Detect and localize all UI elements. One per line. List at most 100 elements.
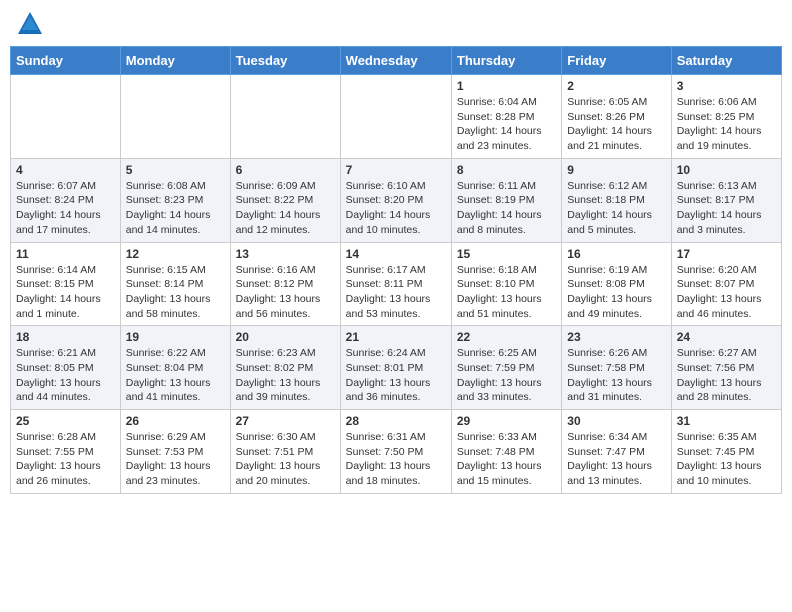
cell-content: Sunrise: 6:17 AM Sunset: 8:11 PM Dayligh… <box>346 263 446 322</box>
cell-content: Sunrise: 6:22 AM Sunset: 8:04 PM Dayligh… <box>126 346 225 405</box>
cell-content: Sunrise: 6:24 AM Sunset: 8:01 PM Dayligh… <box>346 346 446 405</box>
cell-content: Sunrise: 6:15 AM Sunset: 8:14 PM Dayligh… <box>126 263 225 322</box>
day-number: 8 <box>457 163 556 177</box>
calendar-cell <box>11 75 121 159</box>
weekday-header-wednesday: Wednesday <box>340 47 451 75</box>
calendar-cell: 29 Sunrise: 6:33 AM Sunset: 7:48 PM Dayli… <box>451 410 561 494</box>
day-number: 1 <box>457 79 556 93</box>
day-number: 27 <box>236 414 335 428</box>
day-number: 17 <box>677 247 776 261</box>
day-number: 25 <box>16 414 115 428</box>
calendar-cell: 16 Sunrise: 6:19 AM Sunset: 8:08 PM Dayli… <box>562 242 671 326</box>
calendar-cell: 20 Sunrise: 6:23 AM Sunset: 8:02 PM Dayli… <box>230 326 340 410</box>
day-number: 5 <box>126 163 225 177</box>
weekday-header-thursday: Thursday <box>451 47 561 75</box>
weekday-header-friday: Friday <box>562 47 671 75</box>
day-number: 14 <box>346 247 446 261</box>
day-number: 18 <box>16 330 115 344</box>
cell-content: Sunrise: 6:09 AM Sunset: 8:22 PM Dayligh… <box>236 179 335 238</box>
weekday-header-row: SundayMondayTuesdayWednesdayThursdayFrid… <box>11 47 782 75</box>
calendar-cell: 28Sunrise: 6:31 AM Sunset: 7:50 PM Dayli… <box>340 410 451 494</box>
calendar-cell: 9Sunrise: 6:12 AM Sunset: 8:18 PM Daylig… <box>562 158 671 242</box>
day-number: 6 <box>236 163 335 177</box>
calendar-cell: 6 Sunrise: 6:09 AM Sunset: 8:22 PM Daylig… <box>230 158 340 242</box>
cell-content: Sunrise: 6:25 AM Sunset: 7:59 PM Dayligh… <box>457 346 556 405</box>
cell-content: Sunrise: 6:16 AM Sunset: 8:12 PM Dayligh… <box>236 263 335 322</box>
day-number: 19 <box>126 330 225 344</box>
calendar-table: SundayMondayTuesdayWednesdayThursdayFrid… <box>10 46 782 494</box>
calendar-cell: 30Sunrise: 6:34 AM Sunset: 7:47 PM Dayli… <box>562 410 671 494</box>
day-number: 21 <box>346 330 446 344</box>
day-number: 15 <box>457 247 556 261</box>
page-header <box>10 10 782 38</box>
cell-content: Sunrise: 6:13 AM Sunset: 8:17 PM Dayligh… <box>677 179 776 238</box>
calendar-cell <box>230 75 340 159</box>
calendar-week-row: 1 Sunrise: 6:04 AM Sunset: 8:28 PM Daylig… <box>11 75 782 159</box>
calendar-cell: 27 Sunrise: 6:30 AM Sunset: 7:51 PM Dayli… <box>230 410 340 494</box>
cell-content: Sunrise: 6:18 AM Sunset: 8:10 PM Dayligh… <box>457 263 556 322</box>
calendar-cell: 11 Sunrise: 6:14 AM Sunset: 8:15 PM Dayli… <box>11 242 121 326</box>
calendar-cell: 18 Sunrise: 6:21 AM Sunset: 8:05 PM Dayli… <box>11 326 121 410</box>
cell-content: Sunrise: 6:33 AM Sunset: 7:48 PM Dayligh… <box>457 430 556 489</box>
calendar-week-row: 11 Sunrise: 6:14 AM Sunset: 8:15 PM Dayli… <box>11 242 782 326</box>
day-number: 24 <box>677 330 776 344</box>
calendar-cell: 12 Sunrise: 6:15 AM Sunset: 8:14 PM Dayli… <box>120 242 230 326</box>
calendar-week-row: 4Sunrise: 6:07 AM Sunset: 8:24 PM Daylig… <box>11 158 782 242</box>
weekday-header-monday: Monday <box>120 47 230 75</box>
day-number: 7 <box>346 163 446 177</box>
day-number: 31 <box>677 414 776 428</box>
cell-content: Sunrise: 6:06 AM Sunset: 8:25 PM Dayligh… <box>677 95 776 154</box>
weekday-header-saturday: Saturday <box>671 47 781 75</box>
day-number: 23 <box>567 330 665 344</box>
cell-content: Sunrise: 6:05 AM Sunset: 8:26 PM Dayligh… <box>567 95 665 154</box>
calendar-week-row: 25 Sunrise: 6:28 AM Sunset: 7:55 PM Dayli… <box>11 410 782 494</box>
calendar-cell: 1 Sunrise: 6:04 AM Sunset: 8:28 PM Daylig… <box>451 75 561 159</box>
day-number: 10 <box>677 163 776 177</box>
calendar-cell: 4Sunrise: 6:07 AM Sunset: 8:24 PM Daylig… <box>11 158 121 242</box>
calendar-cell: 21 Sunrise: 6:24 AM Sunset: 8:01 PM Dayli… <box>340 326 451 410</box>
calendar-week-row: 18 Sunrise: 6:21 AM Sunset: 8:05 PM Dayli… <box>11 326 782 410</box>
calendar-cell: 13Sunrise: 6:16 AM Sunset: 8:12 PM Dayli… <box>230 242 340 326</box>
calendar-cell <box>120 75 230 159</box>
cell-content: Sunrise: 6:04 AM Sunset: 8:28 PM Dayligh… <box>457 95 556 154</box>
day-number: 3 <box>677 79 776 93</box>
cell-content: Sunrise: 6:08 AM Sunset: 8:23 PM Dayligh… <box>126 179 225 238</box>
calendar-cell: 23 Sunrise: 6:26 AM Sunset: 7:58 PM Dayli… <box>562 326 671 410</box>
day-number: 26 <box>126 414 225 428</box>
day-number: 9 <box>567 163 665 177</box>
day-number: 16 <box>567 247 665 261</box>
calendar-cell: 26 Sunrise: 6:29 AM Sunset: 7:53 PM Dayli… <box>120 410 230 494</box>
cell-content: Sunrise: 6:21 AM Sunset: 8:05 PM Dayligh… <box>16 346 115 405</box>
calendar-cell <box>340 75 451 159</box>
calendar-cell: 24Sunrise: 6:27 AM Sunset: 7:56 PM Dayli… <box>671 326 781 410</box>
day-number: 11 <box>16 247 115 261</box>
logo <box>14 10 44 38</box>
weekday-header-sunday: Sunday <box>11 47 121 75</box>
cell-content: Sunrise: 6:19 AM Sunset: 8:08 PM Dayligh… <box>567 263 665 322</box>
cell-content: Sunrise: 6:28 AM Sunset: 7:55 PM Dayligh… <box>16 430 115 489</box>
logo-icon <box>16 10 44 38</box>
calendar-cell: 3 Sunrise: 6:06 AM Sunset: 8:25 PM Daylig… <box>671 75 781 159</box>
day-number: 20 <box>236 330 335 344</box>
calendar-cell: 10 Sunrise: 6:13 AM Sunset: 8:17 PM Dayli… <box>671 158 781 242</box>
cell-content: Sunrise: 6:11 AM Sunset: 8:19 PM Dayligh… <box>457 179 556 238</box>
cell-content: Sunrise: 6:34 AM Sunset: 7:47 PM Dayligh… <box>567 430 665 489</box>
cell-content: Sunrise: 6:07 AM Sunset: 8:24 PM Dayligh… <box>16 179 115 238</box>
cell-content: Sunrise: 6:14 AM Sunset: 8:15 PM Dayligh… <box>16 263 115 322</box>
calendar-cell: 8 Sunrise: 6:11 AM Sunset: 8:19 PM Daylig… <box>451 158 561 242</box>
calendar-cell: 2 Sunrise: 6:05 AM Sunset: 8:26 PM Daylig… <box>562 75 671 159</box>
day-number: 22 <box>457 330 556 344</box>
day-number: 29 <box>457 414 556 428</box>
cell-content: Sunrise: 6:29 AM Sunset: 7:53 PM Dayligh… <box>126 430 225 489</box>
calendar-cell: 15 Sunrise: 6:18 AM Sunset: 8:10 PM Dayli… <box>451 242 561 326</box>
cell-content: Sunrise: 6:26 AM Sunset: 7:58 PM Dayligh… <box>567 346 665 405</box>
day-number: 2 <box>567 79 665 93</box>
calendar-cell: 31Sunrise: 6:35 AM Sunset: 7:45 PM Dayli… <box>671 410 781 494</box>
cell-content: Sunrise: 6:30 AM Sunset: 7:51 PM Dayligh… <box>236 430 335 489</box>
cell-content: Sunrise: 6:23 AM Sunset: 8:02 PM Dayligh… <box>236 346 335 405</box>
calendar-cell: 14 Sunrise: 6:17 AM Sunset: 8:11 PM Dayli… <box>340 242 451 326</box>
calendar-cell: 19 Sunrise: 6:22 AM Sunset: 8:04 PM Dayli… <box>120 326 230 410</box>
calendar-cell: 5 Sunrise: 6:08 AM Sunset: 8:23 PM Daylig… <box>120 158 230 242</box>
day-number: 12 <box>126 247 225 261</box>
cell-content: Sunrise: 6:31 AM Sunset: 7:50 PM Dayligh… <box>346 430 446 489</box>
